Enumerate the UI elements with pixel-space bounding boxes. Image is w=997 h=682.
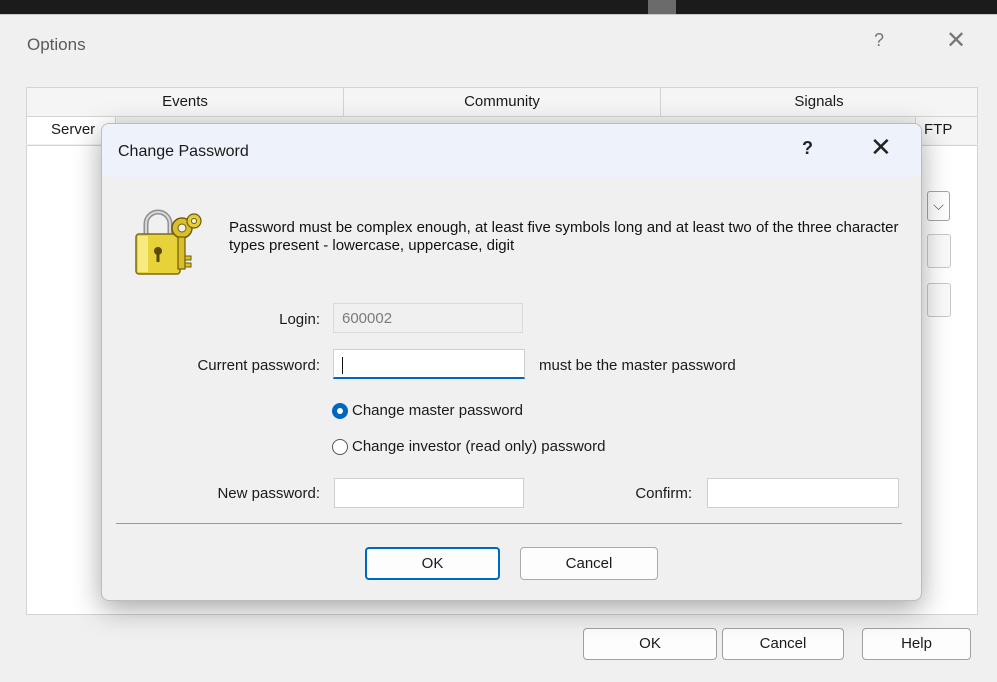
dialog-help-icon[interactable]: ?	[802, 138, 813, 159]
login-label: Login:	[279, 311, 320, 328]
change-investor-password-radio[interactable]: Change investor (read only) password	[332, 438, 605, 455]
tab-community[interactable]: Community	[344, 88, 661, 116]
password-requirements-text: Password must be complex enough, at leas…	[229, 219, 899, 254]
current-password-field[interactable]	[333, 349, 525, 379]
tab-signals[interactable]: Signals	[661, 88, 977, 116]
radio-label: Change master password	[352, 402, 523, 419]
dialog-title: Change Password	[118, 143, 249, 160]
dialog-titlebar: Change Password ? ✕	[102, 124, 921, 177]
confirm-label: Confirm:	[635, 485, 692, 502]
options-field[interactable]	[927, 234, 951, 268]
new-password-label: New password:	[217, 485, 320, 502]
tab-events[interactable]: Events	[27, 88, 344, 116]
change-password-dialog: Change Password ? ✕ Password must be com…	[101, 123, 922, 601]
radio-selected-icon	[332, 402, 348, 419]
text-caret	[342, 356, 343, 374]
server-dropdown[interactable]: ⌵	[927, 191, 950, 221]
dialog-close-icon[interactable]: ✕	[870, 132, 892, 163]
options-ok-button[interactable]: OK	[583, 628, 717, 660]
radio-unselected-icon	[332, 438, 348, 455]
change-master-password-radio[interactable]: Change master password	[332, 402, 523, 419]
background-divider	[648, 0, 676, 14]
lock-with-keys-icon	[135, 209, 202, 275]
options-field[interactable]	[927, 283, 951, 317]
options-cancel-button[interactable]: Cancel	[722, 628, 844, 660]
master-password-hint: must be the master password	[539, 357, 736, 374]
dialog-cancel-button[interactable]: Cancel	[520, 547, 658, 580]
current-password-label: Current password:	[197, 357, 320, 374]
login-field: 600002	[333, 303, 523, 333]
options-tab-row: Events Community Signals	[26, 87, 978, 117]
tab-ftp[interactable]: FTP	[915, 116, 978, 144]
radio-label: Change investor (read only) password	[352, 438, 606, 455]
options-close-icon[interactable]: ✕	[946, 26, 966, 55]
dialog-separator	[116, 523, 902, 524]
dialog-ok-button[interactable]: OK	[365, 547, 500, 580]
options-title: Options	[27, 35, 86, 54]
new-password-field[interactable]	[334, 478, 524, 508]
options-help-button[interactable]: Help	[862, 628, 971, 660]
confirm-password-field[interactable]	[707, 478, 899, 508]
options-help-icon[interactable]: ?	[874, 30, 884, 51]
